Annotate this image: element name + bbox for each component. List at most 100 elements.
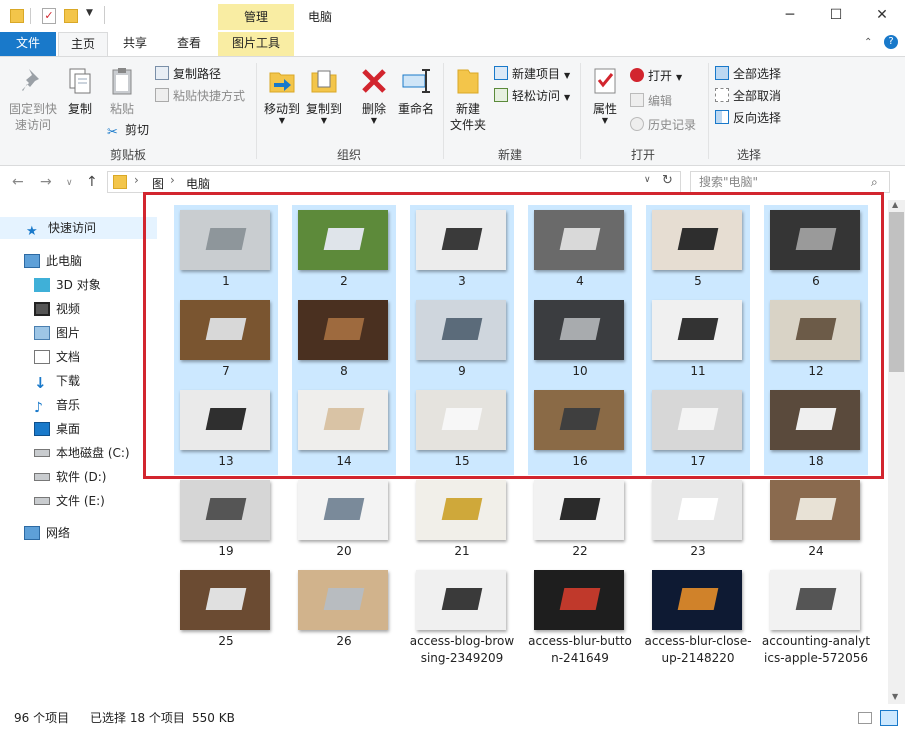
paste-button[interactable]: 粘贴 [102,65,142,117]
select-none-button[interactable]: 全部取消 [715,87,781,105]
large-icons-view-icon[interactable] [880,710,898,726]
nav-item-downloads[interactable]: ↓ 下载 [0,370,80,392]
edit-button[interactable]: 编辑 [630,92,672,110]
nav-item-documents[interactable]: 文档 [0,346,80,368]
file-thumbnail [770,480,860,540]
window-title: 电脑 [308,10,333,24]
new-folder-button[interactable]: 新建 文件夹 [448,65,488,133]
title-bar: ✓ ▼ 管理 电脑 ─ ☐ ✕ [0,0,905,32]
scroll-up-icon[interactable]: ▲ [892,200,898,209]
file-item[interactable]: access-blog-browsing-2349209 [410,565,514,665]
pin-quick-access-button[interactable]: 固定到快 速访问 [6,65,60,133]
windows-drive-icon [34,449,50,457]
properties-button[interactable]: 属性 ▼ [588,65,622,125]
select-none-label: 全部取消 [733,89,782,103]
tab-picture-tools[interactable]: 图片工具 [218,32,294,56]
maximize-button[interactable]: ☐ [813,0,859,32]
nav-item-desktop[interactable]: 桌面 [0,418,80,440]
document-icon [34,350,50,364]
move-to-button[interactable]: 移动到 ▼ [262,65,302,125]
forward-arrow-icon[interactable]: → [40,174,52,190]
rename-label: 重命名 [397,102,434,116]
invert-selection-label: 反向选择 [733,111,782,125]
history-icon [630,117,644,131]
up-arrow-icon[interactable]: ↑ [86,174,98,190]
tab-view[interactable]: 查看 [166,32,212,56]
file-item[interactable]: 23 [646,475,750,565]
file-item[interactable]: access-blur-button-241649 [528,565,632,665]
rename-button[interactable]: 重命名 [396,65,436,117]
file-name: 24 [808,544,824,558]
chevron-down-icon: ▼ [370,116,378,125]
desktop-icon [34,422,50,436]
invert-selection-icon [715,110,729,124]
nav-item-this-pc[interactable]: 此电脑 [0,250,82,272]
copy-to-button[interactable]: 复制到 ▼ [304,65,344,125]
file-item[interactable]: 19 [174,475,278,565]
details-view-icon[interactable] [858,712,872,724]
cut-button[interactable]: ✂ 剪切 [107,121,149,140]
nav-item-drive-c[interactable]: 本地磁盘 (C:) [0,442,130,464]
invert-selection-button[interactable]: 反向选择 [715,109,781,127]
thumbnail-object [795,588,837,610]
address-bar[interactable]: › 图 › 电脑 ∨ ↻ [107,171,681,193]
nav-item-quick-access[interactable]: ★ 快速访问 [0,217,157,239]
file-name: access-blur-close-up-2148220 [644,634,752,665]
file-item[interactable]: 25 [174,565,278,655]
open-button[interactable]: 打开 ▼ [630,67,682,87]
search-input[interactable]: 搜索"电脑" ⌕ [690,171,890,193]
nav-item-pictures[interactable]: 图片 [0,322,80,344]
tab-share[interactable]: 共享 [112,32,158,56]
open-label: 打开 [648,69,673,83]
recent-locations-chevron-icon[interactable]: ∨ [66,178,73,188]
breadcrumb-current[interactable]: 电脑 [186,175,210,192]
tab-home[interactable]: 主页 [58,32,108,57]
history-button[interactable]: 历史记录 [630,116,696,134]
chevron-up-icon[interactable]: ⌃ [864,37,872,48]
close-button[interactable]: ✕ [859,0,905,32]
minimize-button[interactable]: ─ [767,0,813,32]
select-all-button[interactable]: 全部选择 [715,65,781,83]
properties-icon[interactable]: ✓ [42,8,56,24]
nav-item-3d-objects[interactable]: 3D 对象 [0,274,101,296]
file-item[interactable]: 20 [292,475,396,565]
file-thumbnail [652,570,742,630]
copy-button[interactable]: 复制 [62,65,98,117]
easy-access-label: 轻松访问 [512,89,561,103]
file-item[interactable]: 21 [410,475,514,565]
select-group-label: 选择 [737,148,762,162]
ribbon: 固定到快 速访问 复制 粘贴 复制路径 粘贴快捷方式 ✂ 剪切 剪贴板 移动到 ▼… [0,56,905,166]
nav-item-videos[interactable]: 视频 [0,298,80,320]
scrollbar-thumb[interactable] [889,212,904,372]
back-arrow-icon[interactable]: ← [12,174,24,190]
nav-item-network[interactable]: 网络 [0,522,70,544]
file-thumbnail [652,480,742,540]
scissors-icon: ✂ [107,125,118,140]
nav-item-music[interactable]: ♪ 音乐 [0,394,80,416]
help-icon[interactable]: ? [884,35,898,49]
scroll-down-icon[interactable]: ▼ [892,692,898,701]
chevron-down-icon[interactable]: ∨ [644,175,651,185]
file-name: 23 [690,544,706,558]
delete-button[interactable]: 删除 ▼ [356,65,392,125]
nav-label: 快速访问 [48,221,97,235]
new-item-button[interactable]: 新建项目 ▼ [494,65,570,85]
paste-shortcut-button[interactable]: 粘贴快捷方式 [155,87,245,105]
easy-access-button[interactable]: 轻松访问 ▼ [494,87,570,107]
file-thumbnail [298,570,388,630]
copy-path-button[interactable]: 复制路径 [155,65,221,83]
refresh-icon[interactable]: ↻ [662,173,673,188]
breadcrumb-root[interactable]: 图 [152,175,164,192]
file-thumbnail [180,480,270,540]
file-item[interactable]: 26 [292,565,396,655]
file-item[interactable]: access-blur-close-up-2148220 [644,565,752,665]
file-item[interactable]: 24 [764,475,868,565]
nav-item-drive-e[interactable]: 文件 (E:) [0,490,105,512]
tab-file[interactable]: 文件 [0,32,56,56]
file-item[interactable]: accounting-analytics-apple-572056 [762,565,870,665]
nav-item-drive-d[interactable]: 软件 (D:) [0,466,106,488]
customize-toolbar-icon[interactable]: ▼ [86,8,93,18]
new-folder-icon[interactable] [64,9,78,23]
file-item[interactable]: 22 [528,475,632,565]
file-thumbnail [416,570,506,630]
